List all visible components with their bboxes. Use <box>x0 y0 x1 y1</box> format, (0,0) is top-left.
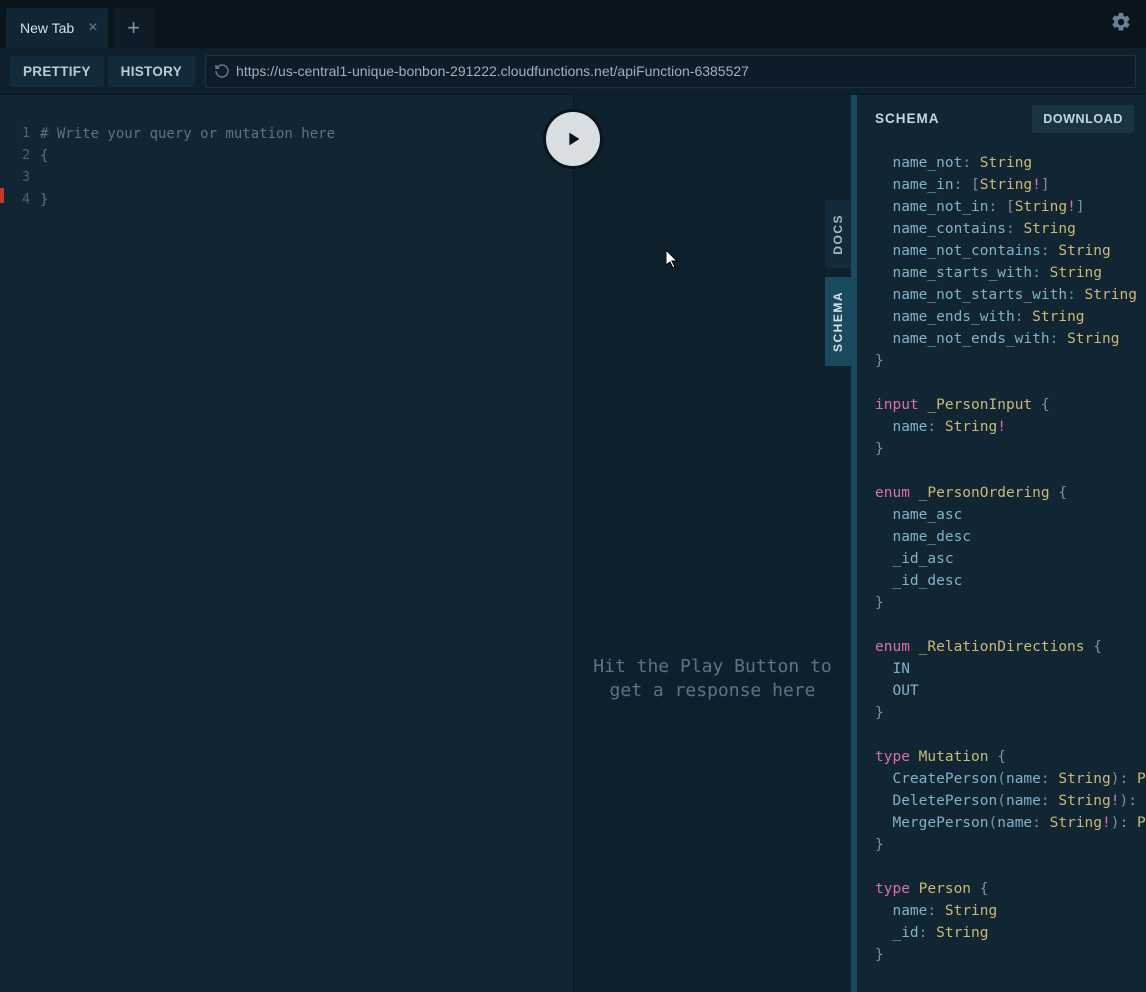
reload-icon <box>214 63 230 79</box>
play-button[interactable] <box>543 109 603 169</box>
url-input[interactable]: https://us-central1-unique-bonbon-291222… <box>205 55 1136 88</box>
error-marker <box>0 188 4 203</box>
gear-icon[interactable] <box>1110 11 1132 38</box>
side-tabs: DOCS SCHEMA <box>825 200 851 366</box>
add-tab-button[interactable]: + <box>114 8 154 48</box>
schema-tab[interactable]: SCHEMA <box>825 277 851 366</box>
history-button[interactable]: HISTORY <box>108 56 195 87</box>
download-button[interactable]: DOWNLOAD <box>1032 105 1134 133</box>
result-pane: Hit the Play Button toget a response her… <box>574 95 851 992</box>
query-editor[interactable]: 1 2 3 4 # Write your query or mutation h… <box>0 95 574 992</box>
play-icon <box>562 128 584 150</box>
url-text: https://us-central1-unique-bonbon-291222… <box>236 63 749 79</box>
tab-label: New Tab <box>20 20 74 36</box>
docs-tab[interactable]: DOCS <box>825 200 851 269</box>
prettify-button[interactable]: PRETTIFY <box>10 56 104 87</box>
main: 1 2 3 4 # Write your query or mutation h… <box>0 95 1146 992</box>
cursor-icon <box>666 250 682 270</box>
schema-title: SCHEMA <box>875 111 940 126</box>
schema-header: SCHEMA DOWNLOAD <box>857 95 1146 142</box>
schema-panel: SCHEMA DOWNLOAD name_not: String name_in… <box>851 95 1146 992</box>
close-icon[interactable]: × <box>88 20 97 36</box>
tab-new[interactable]: New Tab × <box>6 8 108 48</box>
line-gutter: 1 2 3 4 <box>0 95 40 992</box>
tab-bar: New Tab × + <box>0 0 1146 48</box>
code-content: # Write your query or mutation here { } <box>40 95 335 992</box>
toolbar: PRETTIFY HISTORY https://us-central1-uni… <box>0 48 1146 95</box>
hint-text: Hit the Play Button toget a response her… <box>574 655 851 703</box>
schema-body[interactable]: name_not: String name_in: [String!] name… <box>857 142 1146 992</box>
